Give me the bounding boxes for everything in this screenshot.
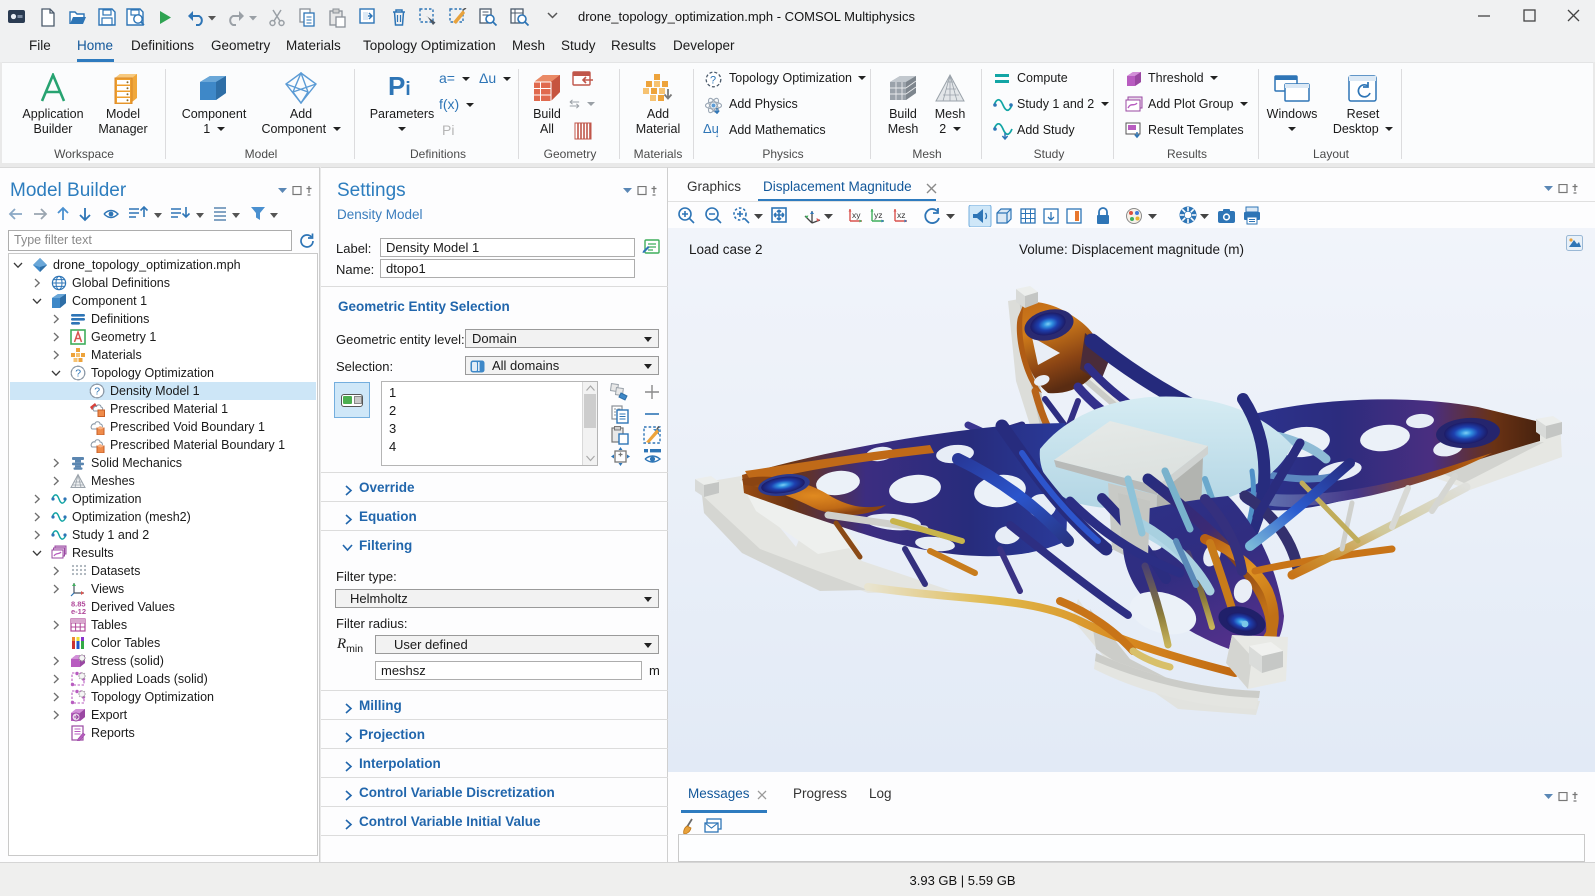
svg-text:?: ? (710, 75, 716, 87)
svg-text:yz: yz (874, 210, 883, 220)
svg-text:xz: xz (897, 210, 906, 220)
svg-text:xy: xy (852, 210, 861, 220)
